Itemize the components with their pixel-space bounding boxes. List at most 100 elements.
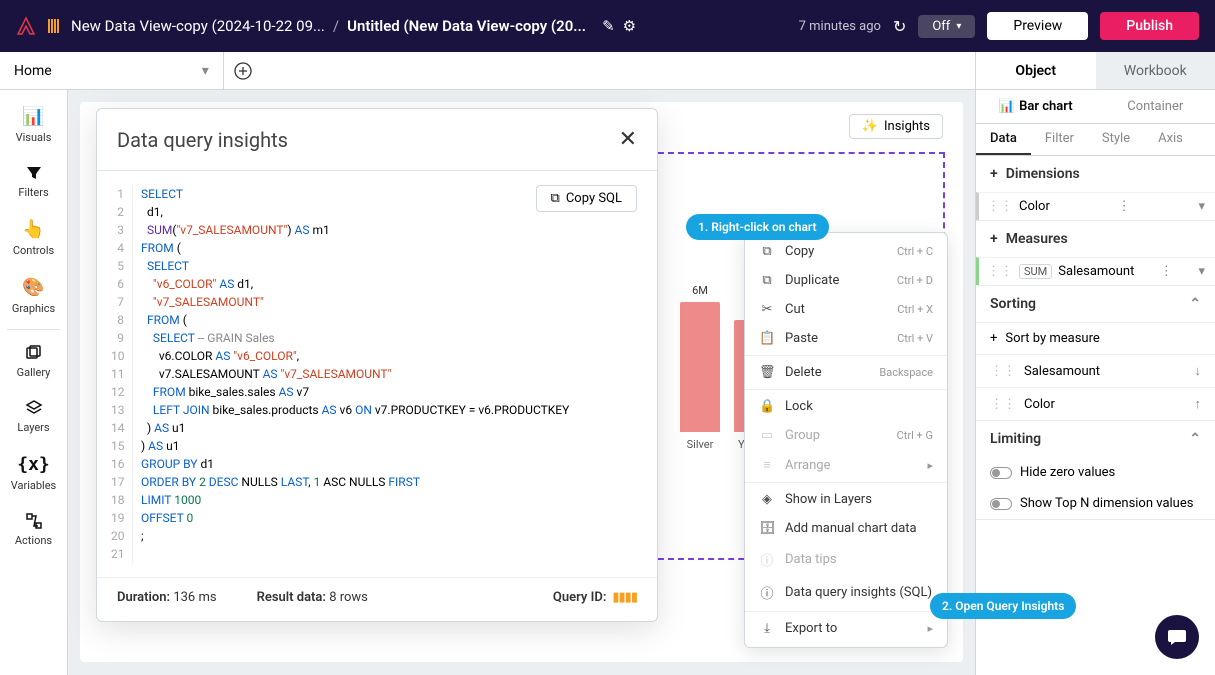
chevron-down-icon[interactable]: ▾ <box>1198 264 1205 279</box>
bar-category: Silver <box>687 438 714 451</box>
tab-object[interactable]: Object <box>976 52 1096 89</box>
sidebar-item-graphics[interactable]: 🎨Graphics <box>0 269 67 323</box>
chevron-down-icon: ▾ <box>202 63 209 79</box>
help-button[interactable] <box>1155 615 1199 659</box>
refresh-icon[interactable]: ↻ <box>893 17 906 36</box>
sidebar-item-variables[interactable]: {x}Variables <box>0 446 67 500</box>
ctx-export[interactable]: ⤓Export to▸ <box>745 614 947 643</box>
measure-pill-salesamount[interactable]: ⋮⋮SUMSalesamount⋮▾ <box>976 257 1215 285</box>
palette-icon: 🎨 <box>22 277 44 298</box>
layers-icon <box>25 399 43 417</box>
toggle-off-icon <box>990 467 1012 479</box>
duplicate-icon: ⧉ <box>759 273 775 288</box>
query-id-icon[interactable]: ▮▮▮▮ <box>612 590 637 605</box>
add-page-button[interactable] <box>224 62 262 80</box>
chevron-up-icon: ⌃ <box>1189 296 1201 312</box>
drag-handle-icon[interactable]: ⋮⋮ <box>990 364 1016 379</box>
ctx-copy[interactable]: ⧉CopyCtrl + C <box>745 237 947 266</box>
sort-row-color[interactable]: ⋮⋮Color↑ <box>976 387 1215 420</box>
ctx-query-insights[interactable]: ⓘData query insights (SQL) <box>745 576 947 609</box>
layers-icon: ◈ <box>759 492 775 507</box>
ctx-show-layers[interactable]: ◈Show in Layers <box>745 485 947 514</box>
breadcrumb-parent[interactable]: New Data View-copy (2024-10-22 09... <box>71 17 325 35</box>
section-measures[interactable]: +Measures <box>976 221 1215 257</box>
plus-icon: + <box>990 166 998 182</box>
tab-style[interactable]: Style <box>1088 124 1144 155</box>
callout-1: 1. Right-click on chart <box>686 214 829 240</box>
ctx-manual-data[interactable]: 🗄Add manual chart data <box>745 514 947 543</box>
filter-icon <box>25 164 43 182</box>
ctx-group: ▭GroupCtrl + G <box>745 421 947 450</box>
drag-handle-icon[interactable]: ⋮⋮ <box>987 264 1013 279</box>
drag-handle-icon[interactable]: ⋮⋮ <box>990 397 1016 412</box>
chat-icon <box>1166 626 1188 648</box>
sidebar-item-layers[interactable]: Layers <box>0 391 67 442</box>
dimension-pill-color[interactable]: ⋮⋮Color⋮▾ <box>976 192 1215 220</box>
tab-filter[interactable]: Filter <box>1031 124 1088 155</box>
modal-title: Data query insights <box>117 128 288 152</box>
ctx-paste[interactable]: 📋PasteCtrl + V <box>745 324 947 353</box>
chevron-down-icon[interactable]: ▾ <box>1198 199 1205 214</box>
sidebar-item-gallery[interactable]: Gallery <box>0 336 67 387</box>
actions-icon <box>25 512 43 530</box>
chevron-up-icon: ⌃ <box>1189 431 1201 447</box>
tab-container[interactable]: Container <box>1096 90 1215 123</box>
controls-icon: 👆 <box>22 219 44 240</box>
insights-button[interactable]: ✨Insights <box>849 114 943 139</box>
bar-chart-icon: 📊 <box>999 99 1015 114</box>
drag-handle-icon[interactable]: ⋮⋮ <box>987 199 1013 214</box>
sort-row-salesamount[interactable]: ⋮⋮Salesamount↓ <box>976 354 1215 387</box>
sql-code-block: 1SELECT 2 d1, 3 SUM("v7_SALESAMOUNT") AS… <box>97 181 657 567</box>
section-dimensions[interactable]: +Dimensions <box>976 156 1215 192</box>
sidebar-item-controls[interactable]: 👆Controls <box>0 211 67 265</box>
section-sorting[interactable]: Sorting⌃ <box>976 286 1215 322</box>
page-selector[interactable]: Home ▾ <box>0 52 224 89</box>
sort-by-measure[interactable]: +Sort by measure <box>976 322 1215 354</box>
ctx-cut[interactable]: ✂CutCtrl + X <box>745 295 947 324</box>
paste-icon: 📋 <box>759 331 775 346</box>
trash-icon: 🗑 <box>759 365 775 380</box>
callout-2: 2. Open Query Insights <box>930 593 1076 619</box>
sidebar-item-actions[interactable]: Actions <box>0 504 67 555</box>
sidebar-item-filters[interactable]: Filters <box>0 156 67 207</box>
section-limiting[interactable]: Limiting⌃ <box>976 421 1215 457</box>
arrange-icon: ≡ <box>759 457 775 473</box>
gear-icon[interactable]: ⚙ <box>623 17 636 35</box>
app-logo-icon <box>16 16 36 36</box>
ctx-data-tips: ⓘData tips <box>745 543 947 576</box>
close-icon[interactable]: ✕ <box>619 127 637 152</box>
last-saved-timestamp: 7 minutes ago <box>799 19 881 34</box>
gallery-icon <box>25 344 43 362</box>
copy-icon: ⧉ <box>551 191 560 206</box>
bar-label: 6M <box>692 284 708 297</box>
ctx-arrange[interactable]: ≡Arrange▸ <box>745 450 947 480</box>
toggle-top-n[interactable]: Show Top N dimension values <box>976 488 1215 519</box>
ctx-duplicate[interactable]: ⧉DuplicateCtrl + D <box>745 266 947 295</box>
plus-icon: + <box>990 231 998 247</box>
ctx-lock[interactable]: 🔒Lock <box>745 392 947 421</box>
publish-button[interactable]: Publish <box>1100 12 1199 40</box>
tab-bar-chart[interactable]: 📊Bar chart <box>976 90 1096 123</box>
tab-data[interactable]: Data <box>976 124 1031 155</box>
tab-axis[interactable]: Axis <box>1144 124 1197 155</box>
info-icon: ⓘ <box>759 550 775 569</box>
toggle-hide-zero[interactable]: Hide zero values <box>976 457 1215 488</box>
sort-desc-icon[interactable]: ↓ <box>1195 363 1202 379</box>
breadcrumb: New Data View-copy (2024-10-22 09... / U… <box>71 17 636 35</box>
toggle-off-icon <box>990 498 1012 510</box>
tab-workbook[interactable]: Workbook <box>1096 52 1215 89</box>
visuals-icon: 📊 <box>22 106 44 127</box>
query-insights-modal: Data query insights ✕ ⧉Copy SQL 1SELECT … <box>96 108 658 622</box>
ctx-delete[interactable]: 🗑DeleteBackspace <box>745 358 947 387</box>
edit-icon[interactable]: ✎ <box>602 17 615 35</box>
export-icon: ⤓ <box>759 621 775 636</box>
auto-refresh-toggle[interactable]: Off▾ <box>918 15 975 38</box>
sort-asc-icon[interactable]: ↑ <box>1195 396 1202 412</box>
group-icon: ▭ <box>759 428 775 443</box>
database-icon: 🗄 <box>759 521 775 536</box>
preview-button[interactable]: Preview <box>987 12 1088 40</box>
sidebar-item-visuals[interactable]: 📊Visuals <box>0 98 67 152</box>
copy-sql-button[interactable]: ⧉Copy SQL <box>536 185 637 212</box>
plus-icon: + <box>990 331 997 346</box>
breadcrumb-current[interactable]: Untitled (New Data View-copy (20... <box>347 17 586 35</box>
